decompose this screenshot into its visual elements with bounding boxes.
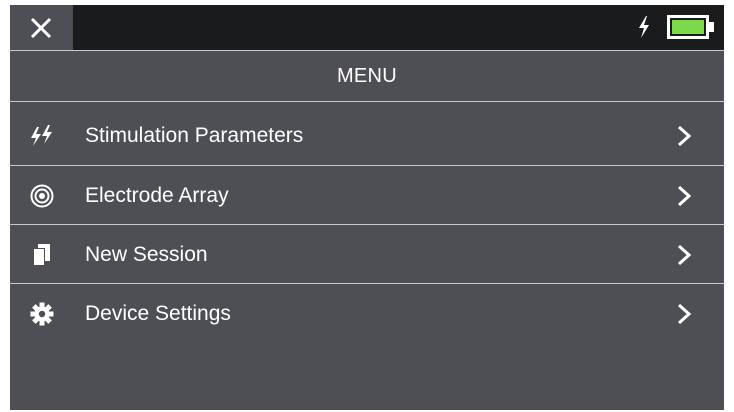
close-icon [30, 17, 52, 38]
menu-item-label: New Session [85, 242, 208, 266]
document-copy-icon [33, 243, 50, 266]
menu-item-label: Electrode Array [85, 183, 229, 207]
gear-icon [30, 302, 54, 325]
page-title: MENU [336, 64, 398, 87]
chevron-right-icon [677, 303, 692, 324]
menu-item-device-settings[interactable]: Device Settings [10, 285, 724, 342]
menu-item-new-session[interactable]: New Session [10, 226, 724, 283]
battery-icon [667, 15, 714, 39]
concentric-circles-icon [30, 184, 54, 207]
chevron-right-icon [677, 185, 692, 206]
menu-item-electrode-array[interactable]: Electrode Array [10, 167, 724, 224]
divider [10, 224, 724, 225]
chevron-right-icon [677, 125, 692, 146]
battery-fill [672, 20, 704, 34]
chevron-right-icon [677, 244, 692, 265]
divider [10, 165, 724, 166]
close-button[interactable] [10, 5, 72, 50]
divider [10, 101, 724, 102]
menu-item-stimulation-parameters[interactable]: Stimulation Parameters [10, 107, 724, 164]
menu-item-label: Device Settings [85, 301, 231, 325]
divider [10, 283, 724, 284]
status-bar [73, 5, 724, 50]
top-bar [10, 5, 724, 50]
lightning-bolt-icon [639, 16, 649, 38]
menu-item-label: Stimulation Parameters [85, 123, 304, 147]
device-screen: MENU Stimulation Parameters Electrode Ar… [10, 5, 724, 410]
double-lightning-icon [31, 124, 52, 146]
